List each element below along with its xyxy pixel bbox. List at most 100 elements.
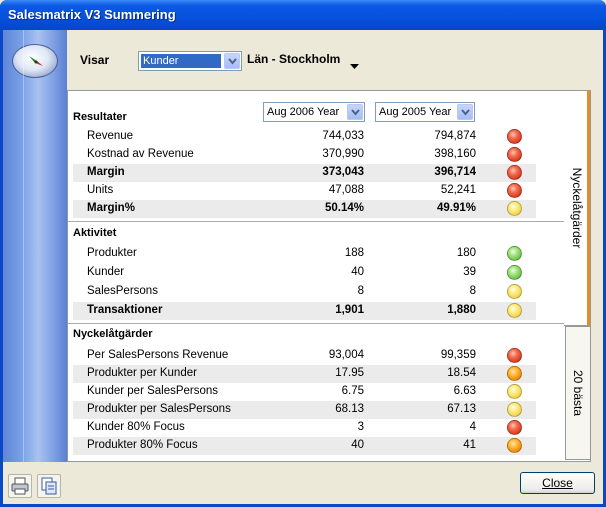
table-row: Per SalesPersons Revenue 93,004 99,359	[73, 347, 536, 365]
title-bar[interactable]: Salesmatrix V3 Summering	[0, 0, 606, 30]
section-divider	[68, 221, 590, 223]
region-dropdown-icon[interactable]	[350, 58, 359, 72]
status-yellow-icon	[507, 201, 522, 216]
row-label: Units	[87, 184, 114, 196]
row-value-year2: 49.91%	[436, 202, 476, 214]
status-yellow-icon	[507, 402, 522, 417]
row-value-year2: 18.54	[447, 367, 476, 379]
year1-select-value: Aug 2006 Year	[267, 106, 340, 118]
copy-icon[interactable]	[37, 474, 61, 498]
close-button[interactable]: Close	[520, 472, 595, 494]
row-value-year2: 4	[469, 421, 476, 433]
status-green-icon	[507, 265, 522, 280]
status-red-icon	[507, 348, 522, 363]
row-label: Kunder	[87, 266, 125, 278]
table-row: Produkter 188 180	[73, 245, 536, 263]
table-row: Kunder 80% Focus 3 4	[73, 419, 536, 437]
tab-20-basta[interactable]: 20 bästa	[565, 326, 591, 460]
row-label: Kunder 80% Focus	[87, 421, 185, 433]
row-value-year2: 180	[456, 247, 476, 259]
section-title-aktivitet: Aktivitet	[73, 227, 117, 239]
row-value-year1: 370,990	[322, 148, 364, 160]
row-value-year1: 47,088	[328, 184, 364, 196]
table-row: Revenue 744,033 794,874	[73, 128, 536, 146]
row-value-year1: 1,901	[335, 304, 364, 316]
row-label: Margin%	[87, 202, 135, 214]
table-row: Transaktioner 1,901 1,880	[73, 302, 536, 320]
close-button-label: Close	[542, 476, 573, 490]
year1-select[interactable]: Aug 2006 Year	[263, 102, 365, 122]
footer-bar: Close	[3, 462, 603, 504]
client-area: Visar Kunder Län - Stockholm Aug 2006 Ye…	[3, 30, 603, 504]
chevron-down-icon[interactable]	[457, 104, 473, 120]
row-value-year1: 188	[344, 247, 364, 259]
row-label: Revenue	[87, 130, 134, 142]
row-value-year1: 40	[351, 439, 364, 451]
view-select-value: Kunder	[140, 53, 222, 69]
year2-select-value: Aug 2005 Year	[379, 106, 452, 118]
status-red-icon	[507, 420, 522, 435]
table-row: Produkter 80% Focus 40 41	[73, 437, 536, 455]
section-title-resultater: Resultater	[73, 111, 127, 123]
row-label: Transaktioner	[87, 304, 163, 316]
row-value-year2: 8	[469, 285, 476, 297]
row-value-year2: 39	[463, 266, 476, 278]
row-value-year1: 6.75	[341, 385, 364, 397]
table-row: Units 47,088 52,241	[73, 182, 536, 200]
row-label: Margin	[87, 166, 125, 178]
table-row: Produkter per SalesPersons 68.13 67.13	[73, 401, 536, 419]
app-window: Salesmatrix V3 Summering Visar Kunder Lä…	[0, 0, 606, 507]
row-value-year2: 41	[463, 439, 476, 451]
table-row: Kunder per SalesPersons 6.75 6.63	[73, 383, 536, 401]
tab-label: 20 bästa	[571, 369, 585, 417]
summary-panel: Aug 2006 Year Aug 2005 Year Resultater R…	[67, 90, 591, 462]
tab-nyckelatgarder[interactable]: Nyckelåtgärder	[564, 90, 590, 326]
row-value-year1: 50.14%	[324, 202, 364, 214]
row-label: Produkter 80% Focus	[87, 439, 198, 451]
row-label: Produkter per Kunder	[87, 367, 197, 379]
row-value-year2: 99,359	[440, 349, 476, 361]
row-label: Produkter per SalesPersons	[87, 403, 231, 415]
row-value-year2: 67.13	[447, 403, 476, 415]
table-row: SalesPersons 8 8	[73, 283, 536, 301]
status-green-icon	[507, 246, 522, 261]
status-red-icon	[507, 165, 522, 180]
year2-select[interactable]: Aug 2005 Year	[375, 102, 475, 122]
table-row: Kunder 40 39	[73, 264, 536, 282]
compass-icon	[12, 44, 58, 78]
row-value-year2: 6.63	[453, 385, 476, 397]
row-value-year2: 52,241	[440, 184, 476, 196]
region-label[interactable]: Län - Stockholm	[247, 52, 340, 66]
table-row: Margin% 50.14% 49.91%	[73, 200, 536, 218]
row-value-year1: 68.13	[335, 403, 364, 415]
table-row: Margin 373,043 396,714	[73, 164, 536, 182]
chevron-down-icon[interactable]	[347, 104, 363, 120]
row-value-year2: 396,714	[434, 166, 476, 178]
row-value-year1: 3	[357, 421, 364, 433]
filter-bar: Visar Kunder Län - Stockholm	[67, 30, 603, 90]
status-red-icon	[507, 129, 522, 144]
table-row: Kostnad av Revenue 370,990 398,160	[73, 146, 536, 164]
row-label: Kunder per SalesPersons	[87, 385, 219, 397]
row-value-year2: 794,874	[434, 130, 476, 142]
section-divider	[68, 323, 590, 325]
row-label: Kostnad av Revenue	[87, 148, 194, 160]
chevron-down-icon[interactable]	[224, 53, 240, 69]
tab-label: Nyckelåtgärder	[569, 167, 584, 249]
view-select[interactable]: Kunder	[138, 51, 242, 71]
print-icon[interactable]	[8, 474, 32, 498]
table-row: Produkter per Kunder 17.95 18.54	[73, 365, 536, 383]
row-label: SalesPersons	[87, 285, 158, 297]
row-value-year2: 398,160	[434, 148, 476, 160]
row-value-year2: 1,880	[447, 304, 476, 316]
visar-label: Visar	[80, 53, 110, 67]
row-value-year1: 8	[357, 285, 364, 297]
status-orange-icon	[507, 438, 522, 453]
row-label: Per SalesPersons Revenue	[87, 349, 229, 361]
side-stripe	[3, 30, 67, 462]
row-label: Produkter	[87, 247, 137, 259]
status-yellow-icon	[507, 284, 522, 299]
section-title-nyckelatgarder: Nyckelåtgärder	[73, 328, 153, 340]
status-orange-icon	[507, 366, 522, 381]
status-yellow-icon	[507, 384, 522, 399]
